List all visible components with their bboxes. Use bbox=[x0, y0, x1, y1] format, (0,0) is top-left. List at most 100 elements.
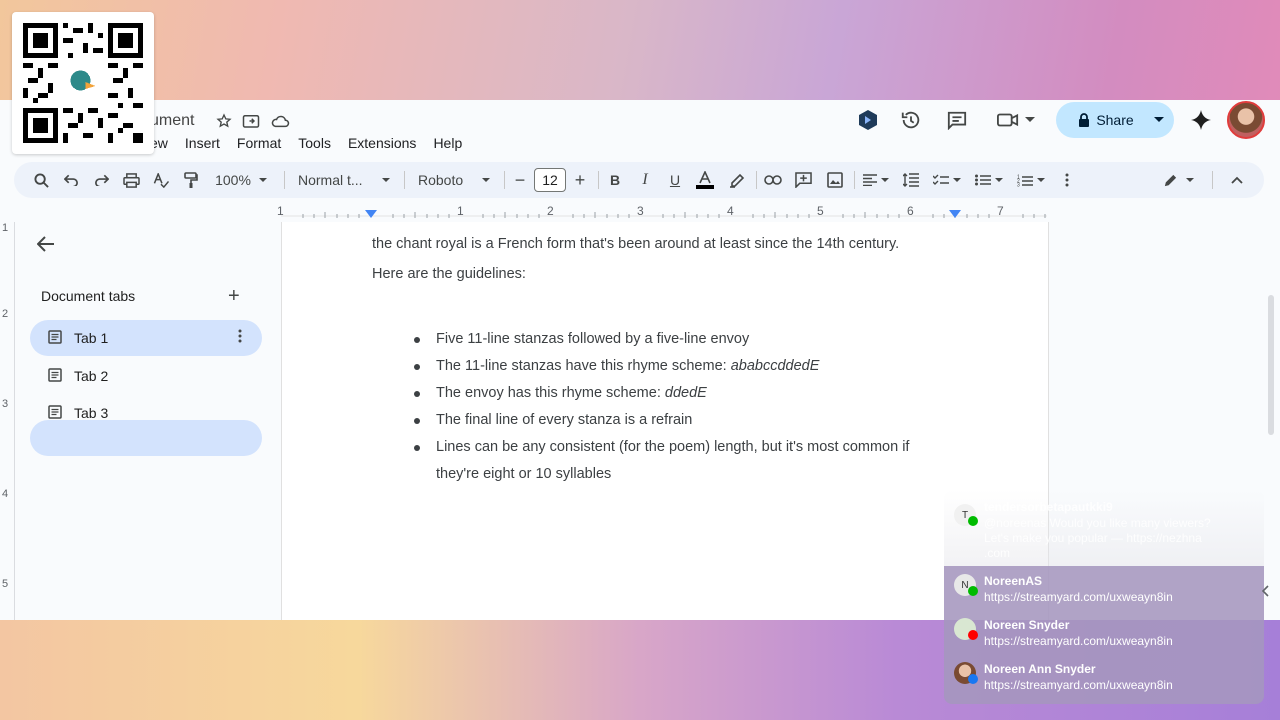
zoom-select[interactable]: 100% bbox=[210, 162, 272, 198]
list-item: Lines can be any consistent (for the poe… bbox=[412, 434, 932, 488]
print-icon[interactable] bbox=[120, 162, 142, 198]
sidebar-item-tab-3[interactable]: Tab 3 bbox=[30, 395, 262, 431]
menu-bar: ew Insert Format Tools Extensions Help bbox=[150, 135, 479, 151]
ruler-number: 5 bbox=[817, 204, 824, 218]
increase-font-size-icon[interactable]: + bbox=[570, 162, 590, 198]
editing-mode-select[interactable] bbox=[1158, 162, 1198, 198]
divider bbox=[598, 171, 599, 189]
document-icon bbox=[48, 330, 62, 347]
ruler-number: 1 bbox=[2, 222, 9, 234]
share-button[interactable]: Share bbox=[1056, 102, 1156, 138]
document-icon bbox=[48, 368, 62, 385]
tab-options-icon[interactable] bbox=[238, 329, 242, 346]
comments-icon[interactable] bbox=[944, 100, 970, 140]
live-chat-overlay: T tendersorbetapautkki9 @noreenas Would … bbox=[944, 490, 1264, 704]
spellcheck-icon[interactable] bbox=[150, 162, 172, 198]
chevron-left-icon[interactable] bbox=[1261, 584, 1270, 600]
text-color-icon[interactable] bbox=[694, 162, 716, 198]
document-icon bbox=[48, 405, 62, 422]
ruler-number: 7 bbox=[997, 204, 1004, 218]
divider bbox=[504, 171, 505, 189]
redo-icon[interactable] bbox=[90, 162, 112, 198]
list-item: The final line of every stanza is a refr… bbox=[412, 407, 932, 434]
undo-icon[interactable] bbox=[60, 162, 82, 198]
insert-image-icon[interactable] bbox=[824, 162, 846, 198]
highlight-icon[interactable] bbox=[726, 162, 748, 198]
ruler-number: 1 bbox=[457, 204, 464, 218]
chat-author: NoreenAS bbox=[984, 574, 1043, 588]
add-comment-icon[interactable] bbox=[792, 162, 814, 198]
vertical-scrollbar[interactable] bbox=[1268, 295, 1274, 435]
collapse-menus-icon[interactable] bbox=[1226, 162, 1248, 198]
body-text-line: Here are the guidelines: bbox=[372, 266, 526, 282]
right-indent-marker[interactable] bbox=[949, 210, 961, 218]
chat-author: Noreen Snyder bbox=[984, 618, 1070, 632]
move-folder-icon[interactable] bbox=[242, 113, 260, 129]
menu-tools[interactable]: Tools bbox=[298, 135, 331, 151]
menu-format[interactable]: Format bbox=[237, 135, 281, 151]
italic-icon[interactable]: I bbox=[634, 162, 656, 198]
font-size-input[interactable]: 12 bbox=[534, 168, 566, 192]
tab-label: Tab 2 bbox=[74, 368, 109, 384]
toolbar: 100% Normal t... Roboto − 12 + B I U 1 2… bbox=[14, 162, 1264, 198]
line-spacing-icon[interactable] bbox=[900, 162, 922, 198]
x-platform-icon bbox=[968, 586, 978, 596]
divider bbox=[854, 171, 855, 189]
menu-help[interactable]: Help bbox=[433, 135, 462, 151]
more-options-icon[interactable] bbox=[1056, 162, 1078, 198]
qr-code bbox=[12, 12, 154, 154]
ruler-number: 6 bbox=[907, 204, 914, 218]
ruler-number: 5 bbox=[2, 578, 9, 590]
star-icon[interactable] bbox=[216, 113, 232, 129]
account-avatar[interactable] bbox=[1227, 100, 1265, 140]
tab-label: Tab 3 bbox=[74, 405, 109, 421]
left-indent-marker[interactable] bbox=[365, 210, 377, 218]
align-select[interactable] bbox=[860, 162, 892, 198]
share-label: Share bbox=[1096, 112, 1134, 128]
version-history-icon[interactable] bbox=[898, 100, 924, 140]
share-dropdown-button[interactable] bbox=[1144, 102, 1174, 138]
underline-icon[interactable]: U bbox=[664, 162, 686, 198]
chat-text: https://streamyard.com/uxweayn8in bbox=[984, 678, 1173, 692]
ruler-number: 2 bbox=[2, 308, 9, 320]
title-icons bbox=[216, 113, 290, 129]
zoom-value: 100% bbox=[215, 172, 251, 188]
style-select[interactable]: Normal t... bbox=[294, 162, 394, 198]
sidebar-item-tab-2[interactable]: Tab 2 bbox=[30, 358, 262, 394]
divider bbox=[756, 171, 757, 189]
horizontal-ruler: 1 1 2 3 4 5 6 7 bbox=[277, 204, 1047, 222]
decrease-font-size-icon[interactable]: − bbox=[510, 162, 530, 198]
chat-author: Noreen Ann Snyder bbox=[984, 662, 1096, 676]
chevron-down-icon bbox=[382, 177, 390, 182]
insert-link-icon[interactable] bbox=[762, 162, 784, 198]
menu-insert[interactable]: Insert bbox=[185, 135, 220, 151]
ruler-ticks bbox=[281, 212, 1047, 218]
bulleted-list-select[interactable] bbox=[972, 162, 1006, 198]
gemini-sparkle-icon[interactable] bbox=[1188, 100, 1214, 140]
paint-format-icon[interactable] bbox=[180, 162, 202, 198]
sidebar-item-tab-1[interactable]: Tab 1 bbox=[30, 320, 262, 356]
pencil-icon bbox=[1164, 174, 1176, 186]
meet-button[interactable] bbox=[996, 100, 1036, 140]
checklist-icon bbox=[933, 174, 949, 185]
chat-text: https://streamyard.com/uxweayn8in bbox=[984, 634, 1173, 648]
style-value: Normal t... bbox=[298, 172, 363, 188]
chevron-down-icon bbox=[482, 177, 490, 182]
list-item: Five 11-line stanzas followed by a five-… bbox=[412, 326, 932, 353]
chat-text: https://streamyard.com/uxweayn8in bbox=[984, 590, 1173, 604]
search-menus-icon[interactable] bbox=[30, 162, 52, 198]
gemini-addon-icon[interactable] bbox=[856, 100, 880, 140]
document-page[interactable]: the chant royal is a French form that's … bbox=[281, 222, 1049, 620]
bold-icon[interactable]: B bbox=[604, 162, 626, 198]
horizontal-ruler-row: 1 1 2 3 4 5 6 7 bbox=[0, 204, 1280, 222]
document-title[interactable]: ument bbox=[150, 112, 194, 130]
ruler-number: 4 bbox=[2, 488, 9, 500]
ruler-number: 2 bbox=[547, 204, 554, 218]
numbered-list-select[interactable]: 123 bbox=[1014, 162, 1048, 198]
font-select[interactable]: Roboto bbox=[414, 162, 494, 198]
checklist-select[interactable] bbox=[930, 162, 964, 198]
chat-text: @noreenas Would you like many viewers? L… bbox=[984, 516, 1211, 560]
body-text-line: the chant royal is a French form that's … bbox=[372, 236, 900, 252]
menu-extensions[interactable]: Extensions bbox=[348, 135, 416, 151]
cloud-status-icon[interactable] bbox=[270, 113, 290, 129]
